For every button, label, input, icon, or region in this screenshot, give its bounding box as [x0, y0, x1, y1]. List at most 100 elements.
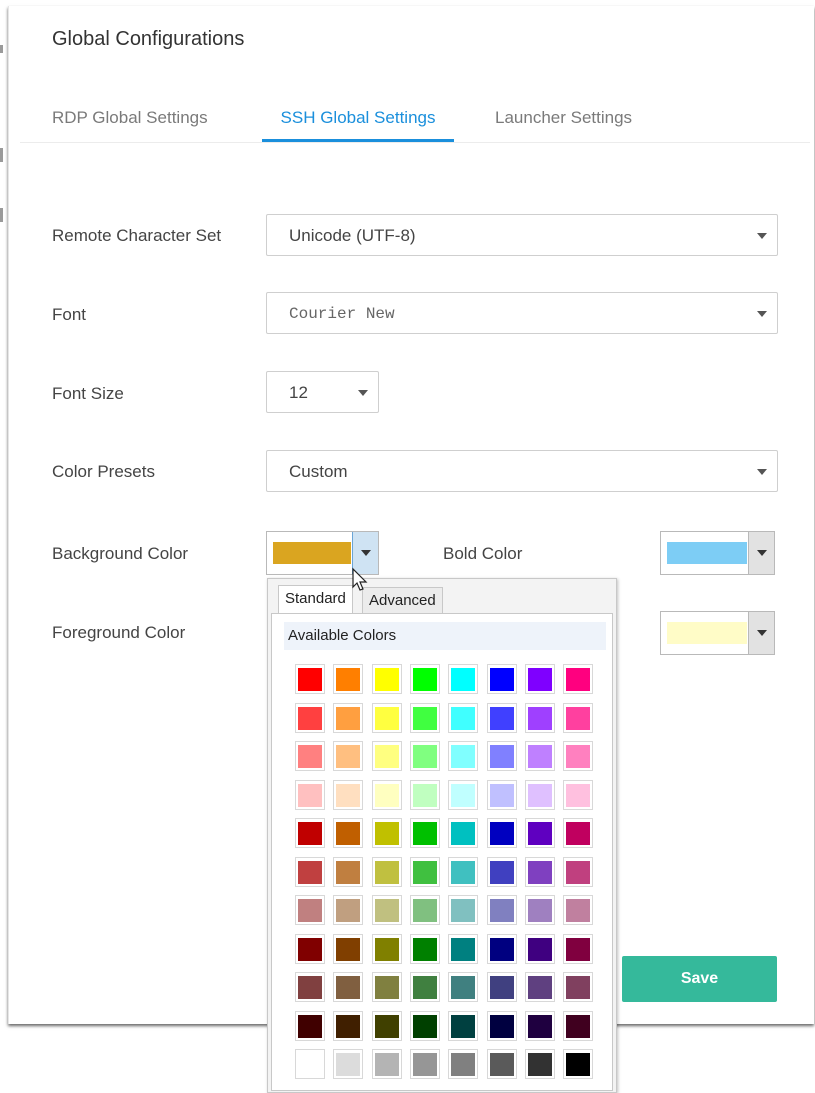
second-color-picker[interactable]: [660, 611, 775, 655]
color-swatch-option[interactable]: [410, 972, 440, 1002]
color-swatch-option[interactable]: [333, 703, 363, 733]
color-swatch-option[interactable]: [448, 703, 478, 733]
color-swatch-option[interactable]: [525, 1049, 555, 1079]
color-swatch-option[interactable]: [372, 934, 402, 964]
color-swatch-option[interactable]: [410, 1049, 440, 1079]
color-swatch-option[interactable]: [487, 895, 517, 925]
color-swatch-option[interactable]: [487, 1011, 517, 1041]
color-swatch-option[interactable]: [372, 703, 402, 733]
color-swatch-option[interactable]: [563, 934, 593, 964]
color-dropdown-button[interactable]: [748, 612, 774, 654]
color-swatch-option[interactable]: [372, 1011, 402, 1041]
color-swatch-option[interactable]: [563, 972, 593, 1002]
color-swatch-option[interactable]: [295, 972, 325, 1002]
color-swatch-option[interactable]: [448, 664, 478, 694]
color-swatch-option[interactable]: [372, 857, 402, 887]
color-swatch-option[interactable]: [372, 895, 402, 925]
color-swatch-option[interactable]: [295, 741, 325, 771]
color-swatch-option[interactable]: [448, 972, 478, 1002]
color-swatch-option[interactable]: [372, 780, 402, 810]
color-swatch-option[interactable]: [333, 1049, 363, 1079]
color-swatch-option[interactable]: [563, 895, 593, 925]
color-swatch-option[interactable]: [487, 1049, 517, 1079]
color-swatch-option[interactable]: [525, 857, 555, 887]
color-swatch-option[interactable]: [410, 857, 440, 887]
color-presets-select[interactable]: Custom: [266, 450, 778, 492]
color-swatch-option[interactable]: [295, 664, 325, 694]
color-swatch-option[interactable]: [295, 1049, 325, 1079]
color-swatch-option[interactable]: [372, 972, 402, 1002]
color-swatch-option[interactable]: [410, 741, 440, 771]
remote-charset-select[interactable]: Unicode (UTF-8): [266, 214, 778, 256]
color-swatch-option[interactable]: [525, 664, 555, 694]
color-swatch-option[interactable]: [448, 895, 478, 925]
color-swatch-option[interactable]: [525, 741, 555, 771]
color-swatch-option[interactable]: [563, 664, 593, 694]
color-swatch-option[interactable]: [563, 857, 593, 887]
color-swatch-option[interactable]: [333, 664, 363, 694]
color-swatch-option[interactable]: [487, 703, 517, 733]
color-swatch-option[interactable]: [333, 857, 363, 887]
color-swatch-option[interactable]: [525, 895, 555, 925]
color-swatch-option[interactable]: [295, 857, 325, 887]
color-swatch-option[interactable]: [410, 780, 440, 810]
color-swatch-option[interactable]: [410, 664, 440, 694]
color-swatch-option[interactable]: [410, 1011, 440, 1041]
color-swatch-option[interactable]: [410, 703, 440, 733]
color-swatch-option[interactable]: [525, 703, 555, 733]
color-swatch-option[interactable]: [295, 895, 325, 925]
color-swatch-option[interactable]: [525, 934, 555, 964]
color-swatch-option[interactable]: [525, 818, 555, 848]
color-swatch-option[interactable]: [487, 857, 517, 887]
color-swatch-option[interactable]: [295, 780, 325, 810]
color-swatch-option[interactable]: [487, 780, 517, 810]
color-swatch-option[interactable]: [487, 934, 517, 964]
color-swatch-option[interactable]: [448, 780, 478, 810]
color-swatch-option[interactable]: [525, 780, 555, 810]
color-swatch-option[interactable]: [448, 1049, 478, 1079]
color-swatch-option[interactable]: [295, 818, 325, 848]
color-swatch-option[interactable]: [525, 972, 555, 1002]
save-button[interactable]: Save: [622, 956, 777, 1002]
color-swatch-option[interactable]: [333, 780, 363, 810]
color-swatch-option[interactable]: [410, 895, 440, 925]
color-swatch-option[interactable]: [372, 664, 402, 694]
color-swatch-option[interactable]: [563, 780, 593, 810]
color-swatch-option[interactable]: [333, 741, 363, 771]
color-swatch-option[interactable]: [410, 934, 440, 964]
color-swatch-option[interactable]: [487, 972, 517, 1002]
color-swatch-option[interactable]: [448, 857, 478, 887]
color-swatch-option[interactable]: [563, 741, 593, 771]
color-swatch-option[interactable]: [563, 703, 593, 733]
tab-launcher-settings[interactable]: Launcher Settings: [495, 108, 632, 142]
color-swatch-option[interactable]: [372, 1049, 402, 1079]
color-swatch-option[interactable]: [448, 934, 478, 964]
color-swatch-option[interactable]: [333, 818, 363, 848]
color-swatch-option[interactable]: [563, 1049, 593, 1079]
color-swatch-option[interactable]: [410, 818, 440, 848]
tab-ssh-global-settings[interactable]: SSH Global Settings: [262, 108, 454, 142]
color-swatch-option[interactable]: [563, 818, 593, 848]
color-swatch-option[interactable]: [487, 664, 517, 694]
color-swatch-option[interactable]: [333, 1011, 363, 1041]
color-swatch-option[interactable]: [333, 934, 363, 964]
tab-advanced[interactable]: Advanced: [362, 587, 443, 613]
color-swatch-option[interactable]: [448, 818, 478, 848]
color-dropdown-button[interactable]: [748, 532, 774, 574]
color-swatch-option[interactable]: [372, 818, 402, 848]
color-swatch-option[interactable]: [295, 934, 325, 964]
color-swatch-option[interactable]: [487, 818, 517, 848]
color-swatch-option[interactable]: [487, 741, 517, 771]
font-size-select[interactable]: 12: [266, 371, 379, 413]
font-select[interactable]: Courier New: [266, 292, 778, 334]
color-swatch-option[interactable]: [448, 1011, 478, 1041]
color-swatch-option[interactable]: [295, 1011, 325, 1041]
color-swatch-option[interactable]: [448, 741, 478, 771]
tab-rdp-global-settings[interactable]: RDP Global Settings: [52, 108, 208, 142]
color-swatch-option[interactable]: [563, 1011, 593, 1041]
tab-standard[interactable]: Standard: [278, 585, 353, 613]
color-swatch-option[interactable]: [333, 972, 363, 1002]
color-swatch-option[interactable]: [295, 703, 325, 733]
color-swatch-option[interactable]: [333, 895, 363, 925]
bold-color-picker[interactable]: [660, 531, 775, 575]
